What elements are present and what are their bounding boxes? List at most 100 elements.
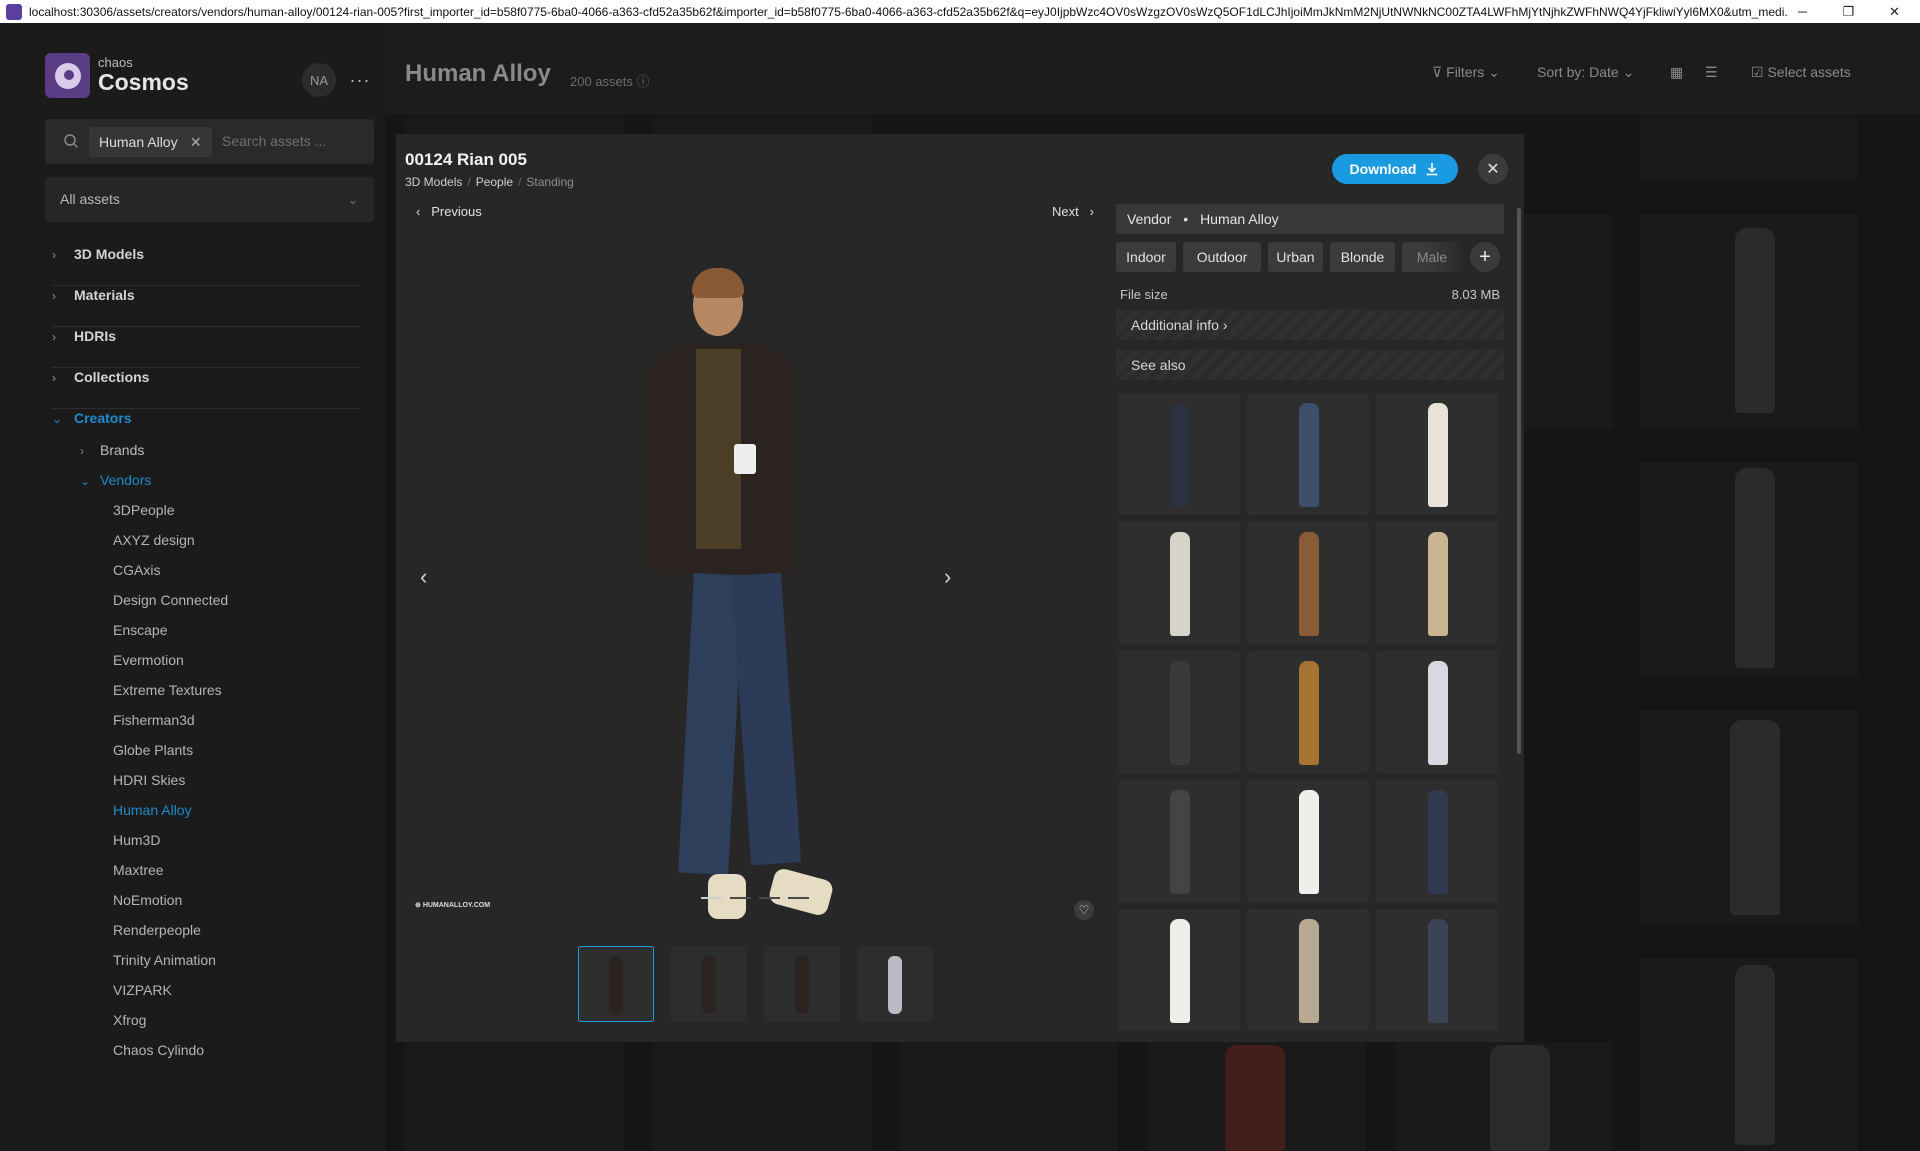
nav-vendors[interactable]: ⌄ Vendors: [80, 472, 151, 488]
vendor-item[interactable]: Evermotion: [113, 652, 184, 668]
related-asset-thumbnail[interactable]: [1118, 651, 1240, 773]
search-bar[interactable]: Human Alloy ✕ Search assets ...: [45, 119, 374, 164]
chevron-left-icon: ‹: [416, 204, 421, 219]
list-view-icon[interactable]: ☰: [1705, 64, 1718, 81]
favorite-heart-icon[interactable]: ♡: [1074, 900, 1094, 920]
nav-hdris[interactable]: › HDRIs: [52, 328, 116, 344]
vendor-item[interactable]: CGAxis: [113, 562, 160, 578]
file-size-label: File size: [1120, 287, 1168, 302]
search-input[interactable]: Search assets ...: [222, 119, 326, 164]
search-filter-chip[interactable]: Human Alloy ✕: [89, 127, 212, 157]
tag-urban[interactable]: Urban: [1268, 242, 1323, 272]
related-asset-thumbnail[interactable]: [1118, 909, 1240, 1031]
carousel-next-icon[interactable]: ›: [944, 564, 951, 590]
vendor-item[interactable]: 3DPeople: [113, 502, 175, 518]
vendor-item[interactable]: VIZPARK: [113, 982, 172, 998]
previous-button[interactable]: ‹ Previous: [416, 204, 482, 219]
related-asset-thumbnail[interactable]: [1376, 651, 1498, 773]
chevron-right-icon: ›: [52, 330, 56, 344]
cosmos-logo-icon[interactable]: [45, 53, 90, 98]
vendor-item[interactable]: Chaos Cylindo: [113, 1042, 204, 1058]
close-window-button[interactable]: ✕: [1872, 0, 1917, 23]
vendor-item[interactable]: Hum3D: [113, 832, 160, 848]
brand-small: chaos: [98, 55, 133, 70]
watermark-logo: ⊕ HUMANALLOY.COM: [415, 902, 491, 909]
add-tag-icon[interactable]: +: [1470, 242, 1500, 272]
vendor-row[interactable]: Vendor • Human Alloy: [1116, 204, 1504, 234]
carousel-dot[interactable]: [730, 897, 751, 899]
figure-hair: [692, 268, 744, 298]
related-asset-thumbnail[interactable]: [1247, 522, 1369, 644]
related-asset-thumbnail[interactable]: [1376, 393, 1498, 515]
minimize-button[interactable]: ─: [1780, 0, 1825, 23]
vendor-name[interactable]: Human Alloy: [1200, 211, 1279, 227]
close-modal-button[interactable]: ✕: [1478, 154, 1508, 184]
download-button[interactable]: Download: [1332, 154, 1458, 184]
chevron-down-icon: ⌄: [1488, 64, 1500, 80]
tag-male[interactable]: Male: [1402, 242, 1462, 272]
tag-indoor[interactable]: Indoor: [1116, 242, 1176, 272]
person-figure: [1170, 790, 1190, 894]
related-asset-thumbnail[interactable]: [1118, 780, 1240, 902]
filters-button[interactable]: ⊽ Filters ⌄: [1432, 64, 1500, 81]
nav-3d-models[interactable]: › 3D Models: [52, 246, 144, 262]
tag-blonde[interactable]: Blonde: [1330, 242, 1395, 272]
chevron-down-icon: ⌄: [347, 193, 358, 207]
related-asset-thumbnail[interactable]: [1247, 909, 1369, 1031]
grid-view-icon[interactable]: ▦: [1670, 64, 1683, 81]
related-asset-thumbnail[interactable]: [1118, 393, 1240, 515]
brand-name: Cosmos: [98, 69, 189, 95]
restore-button[interactable]: ❐: [1826, 0, 1871, 23]
scrollbar[interactable]: [1517, 208, 1521, 754]
related-asset-thumbnail[interactable]: [1376, 780, 1498, 902]
next-button[interactable]: Next ›: [1052, 204, 1094, 219]
remove-chip-icon[interactable]: ✕: [190, 127, 202, 157]
breadcrumb-standing[interactable]: Standing: [526, 175, 573, 189]
person-figure: [1299, 661, 1319, 765]
vendor-item[interactable]: Xfrog: [113, 1012, 146, 1028]
more-options-icon[interactable]: ···: [350, 63, 370, 97]
related-asset-thumbnail[interactable]: [1247, 393, 1369, 515]
see-also-label: See also: [1131, 357, 1186, 373]
sort-button[interactable]: Sort by: Date ⌄: [1537, 64, 1634, 81]
additional-info-toggle[interactable]: Additional info ›: [1116, 310, 1504, 340]
vendor-item[interactable]: NoEmotion: [113, 892, 182, 908]
breadcrumb-people[interactable]: People: [476, 175, 513, 189]
avatar[interactable]: NA: [302, 63, 336, 97]
tag-outdoor[interactable]: Outdoor: [1183, 242, 1261, 272]
info-icon[interactable]: ⓘ: [637, 74, 650, 89]
related-asset-thumbnail[interactable]: [1247, 651, 1369, 773]
person-figure: [1299, 790, 1319, 894]
related-asset-thumbnail[interactable]: [1118, 522, 1240, 644]
breadcrumb-3d-models[interactable]: 3D Models: [405, 175, 462, 189]
nav-creators[interactable]: ⌄ Creators: [52, 410, 132, 426]
vendor-item[interactable]: Maxtree: [113, 862, 164, 878]
related-asset-thumbnail[interactable]: [1247, 780, 1369, 902]
chevron-right-icon: ›: [1089, 204, 1094, 219]
carousel-dot[interactable]: [701, 897, 722, 899]
select-assets-button[interactable]: ☑ Select assets: [1751, 64, 1851, 81]
nav-materials[interactable]: › Materials: [52, 287, 135, 303]
related-asset-thumbnail[interactable]: [1376, 909, 1498, 1031]
related-asset-thumbnail[interactable]: [1376, 522, 1498, 644]
vendor-item[interactable]: HDRI Skies: [113, 772, 185, 788]
vendor-item[interactable]: Human Alloy: [113, 802, 192, 818]
asset-type-select[interactable]: All assets ⌄: [45, 177, 374, 222]
carousel-prev-icon[interactable]: ‹: [420, 564, 427, 590]
vendor-item[interactable]: Globe Plants: [113, 742, 193, 758]
chevron-down-icon: ⌄: [1622, 64, 1635, 80]
vendor-item[interactable]: Renderpeople: [113, 922, 201, 938]
filter-icon: ⊽: [1432, 64, 1443, 80]
nav-brands[interactable]: › Brands: [80, 442, 144, 458]
vendor-item[interactable]: Trinity Animation: [113, 952, 216, 968]
download-label: Download: [1349, 161, 1417, 177]
nav-label: Creators: [74, 410, 132, 426]
vendor-item[interactable]: Design Connected: [113, 592, 228, 608]
nav-collections[interactable]: › Collections: [52, 369, 149, 385]
vendor-item[interactable]: AXYZ design: [113, 532, 195, 548]
vendor-item[interactable]: Enscape: [113, 622, 167, 638]
carousel-dot[interactable]: [788, 897, 809, 899]
vendor-item[interactable]: Fisherman3d: [113, 712, 195, 728]
vendor-item[interactable]: Extreme Textures: [113, 682, 222, 698]
carousel-dot[interactable]: [759, 897, 780, 899]
